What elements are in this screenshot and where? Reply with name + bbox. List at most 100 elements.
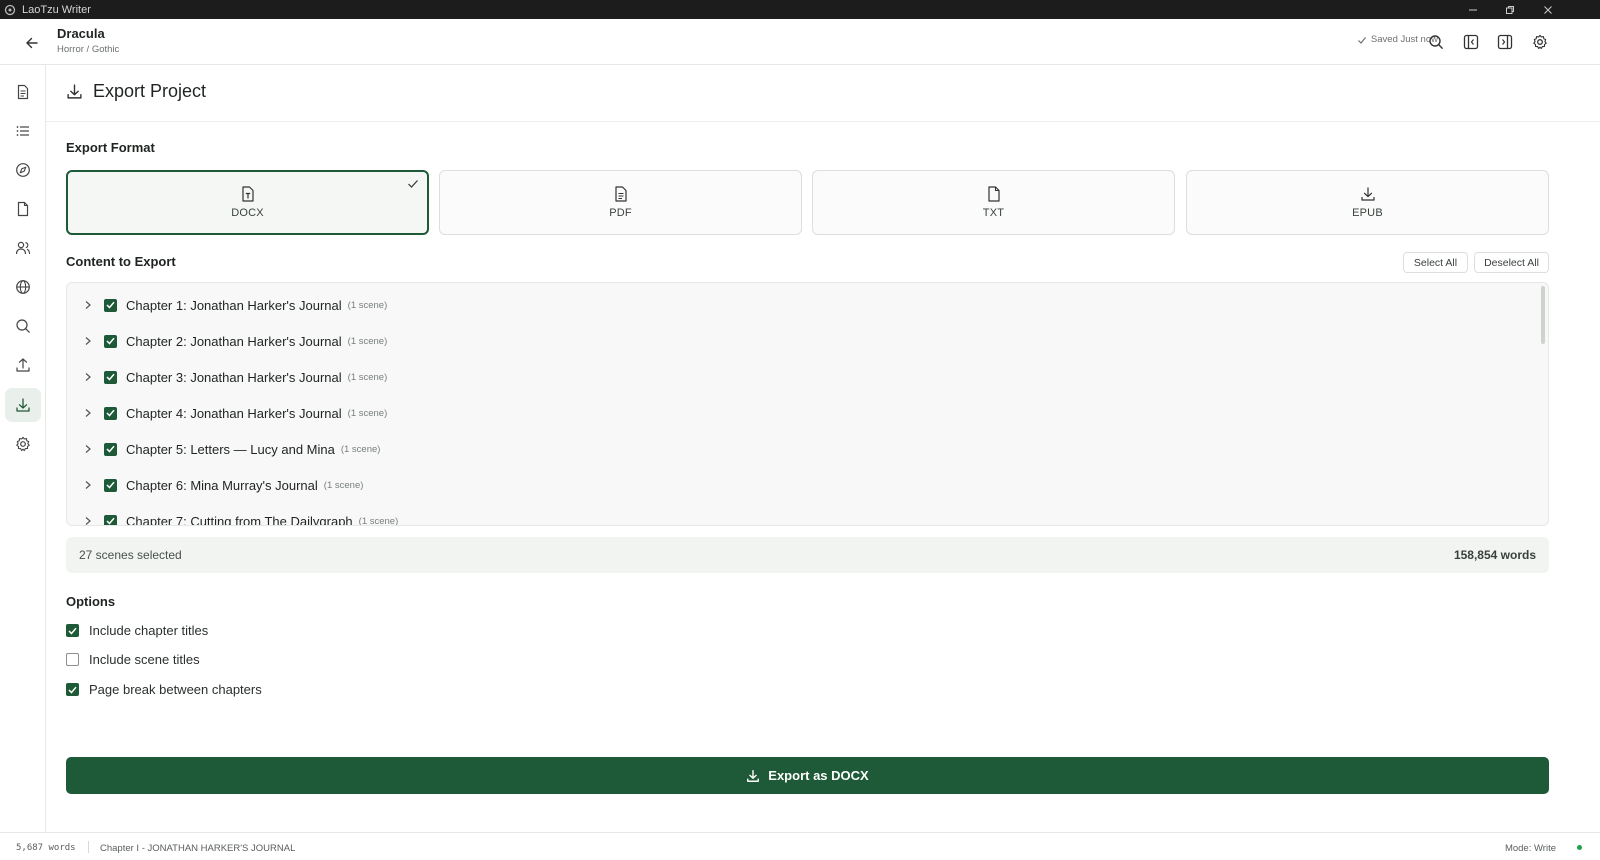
sidebar	[0, 65, 46, 832]
chapter-title: Chapter 4: Jonathan Harker's Journal	[126, 405, 342, 421]
chapter-checkbox[interactable]	[104, 334, 117, 348]
chapter-checkbox[interactable]	[104, 514, 117, 525]
option-label: Page break between chapters	[89, 682, 262, 697]
sidebar-item-files[interactable]	[5, 192, 41, 226]
scene-count: (1 scene)	[340, 443, 381, 455]
minimize-icon	[1469, 9, 1477, 10]
chapter-row: Chapter 4: Jonathan Harker's Journal (1 …	[67, 395, 1537, 431]
chevron-right-icon	[85, 409, 91, 417]
option-page-break-between-chapters[interactable]: Page break between chapters	[66, 682, 262, 697]
expand-chapter-button[interactable]	[84, 336, 96, 346]
document-icon	[17, 84, 29, 100]
toggle-left-panel-button[interactable]	[1459, 30, 1483, 54]
sidebar-item-characters[interactable]	[5, 231, 41, 265]
chapter-checkbox[interactable]	[104, 478, 117, 492]
search-icon	[1429, 35, 1443, 49]
expand-chapter-button[interactable]	[84, 516, 96, 525]
file-text-icon	[241, 186, 254, 202]
chapter-checkbox[interactable]	[104, 442, 117, 456]
format-option-txt[interactable]: TXT	[812, 170, 1175, 235]
search-button[interactable]	[1424, 30, 1448, 54]
download-icon	[16, 398, 30, 412]
sidebar-item-explore[interactable]	[5, 153, 41, 187]
chapter-checkbox[interactable]	[104, 298, 117, 312]
chapter-row: Chapter 3: Jonathan Harker's Journal (1 …	[67, 359, 1537, 395]
check-icon	[106, 373, 115, 381]
close-icon	[1544, 5, 1552, 14]
back-button[interactable]	[20, 31, 44, 55]
expand-chapter-button[interactable]	[84, 480, 96, 490]
expand-chapter-button[interactable]	[84, 300, 96, 310]
chapter-checkbox[interactable]	[104, 406, 117, 420]
sidebar-item-world[interactable]	[5, 270, 41, 304]
upload-icon	[16, 358, 30, 372]
export-button-label: Export as DOCX	[768, 768, 869, 783]
sidebar-item-search[interactable]	[5, 309, 41, 343]
option-include-scene-titles[interactable]: Include scene titles	[66, 652, 200, 667]
chapter-title: Chapter 7: Cutting from The Dailygraph	[126, 513, 353, 526]
gear-icon	[1533, 34, 1547, 50]
check-icon	[68, 686, 77, 694]
format-option-docx[interactable]: DOCX	[66, 170, 429, 235]
chapter-row: Chapter 5: Letters — Lucy and Mina (1 sc…	[67, 431, 1537, 467]
export-button[interactable]: Export as DOCX	[66, 757, 1549, 794]
chapter-checkbox[interactable]	[104, 370, 117, 384]
chapter-row: Chapter 6: Mina Murray's Journal (1 scen…	[67, 467, 1537, 503]
app-icon	[4, 4, 16, 15]
list-icon	[16, 126, 29, 136]
format-option-epub[interactable]: EPUB	[1186, 170, 1549, 235]
file-icon	[987, 186, 1000, 202]
sidebar-item-outline[interactable]	[5, 114, 41, 148]
option-checkbox[interactable]	[66, 683, 79, 696]
title-bar: LaoTzu Writer	[0, 0, 1600, 19]
gear-icon	[16, 436, 30, 452]
page-title: Export Project	[93, 81, 207, 101]
status-current-chapter: Chapter I - JONATHAN HARKER'S JOURNAL	[100, 843, 296, 854]
expand-chapter-button[interactable]	[84, 444, 96, 454]
deselect-all-button[interactable]: Deselect All	[1474, 252, 1549, 273]
download-icon	[747, 769, 760, 782]
users-icon	[15, 241, 31, 255]
chevron-right-icon	[85, 445, 91, 453]
chapter-title: Chapter 3: Jonathan Harker's Journal	[126, 369, 342, 385]
chevron-right-icon	[85, 301, 91, 309]
check-icon	[106, 409, 115, 417]
expand-chapter-button[interactable]	[84, 408, 96, 418]
chevron-right-icon	[85, 517, 91, 525]
sidebar-item-settings[interactable]	[5, 427, 41, 461]
option-checkbox[interactable]	[66, 624, 79, 637]
expand-chapter-button[interactable]	[84, 372, 96, 382]
scene-count: (1 scene)	[347, 335, 388, 347]
chapter-title: Chapter 1: Jonathan Harker's Journal	[126, 297, 342, 313]
option-label: Include chapter titles	[89, 623, 209, 638]
selection-summary: 27 scenes selected 158,854 words	[66, 537, 1549, 573]
panel-right-icon	[1497, 34, 1513, 50]
chapter-list-scrollbar[interactable]	[1541, 286, 1545, 344]
option-checkbox[interactable]	[66, 653, 79, 666]
option-include-chapter-titles[interactable]: Include chapter titles	[66, 623, 208, 638]
project-title: Dracula	[57, 26, 105, 41]
select-all-button[interactable]: Select All	[1403, 252, 1468, 273]
window-title: LaoTzu Writer	[22, 3, 91, 16]
sidebar-item-import[interactable]	[5, 348, 41, 382]
sidebar-item-export[interactable]	[5, 388, 41, 422]
minimize-button[interactable]	[1456, 0, 1490, 19]
chapter-list: Chapter 1: Jonathan Harker's Journal (1 …	[66, 282, 1549, 526]
arrow-left-icon	[26, 37, 38, 49]
content-to-export-label: Content to Export	[66, 254, 176, 269]
check-icon	[106, 301, 115, 309]
check-icon	[1357, 36, 1366, 44]
sidebar-item-manuscript[interactable]	[5, 75, 41, 109]
toggle-right-panel-button[interactable]	[1493, 30, 1517, 54]
restore-button[interactable]	[1493, 0, 1527, 19]
status-bar: 5,687 words Chapter I - JONATHAN HARKER'…	[0, 832, 1600, 860]
scene-count: (1 scene)	[347, 299, 388, 311]
format-option-pdf[interactable]: PDF	[439, 170, 802, 235]
check-icon	[106, 481, 115, 489]
settings-button[interactable]	[1528, 30, 1552, 54]
check-icon	[68, 627, 77, 635]
options-label: Options	[66, 594, 116, 609]
close-button[interactable]	[1531, 0, 1565, 19]
format-label: DOCX	[231, 207, 264, 219]
chapter-title: Chapter 5: Letters — Lucy and Mina	[126, 441, 335, 457]
